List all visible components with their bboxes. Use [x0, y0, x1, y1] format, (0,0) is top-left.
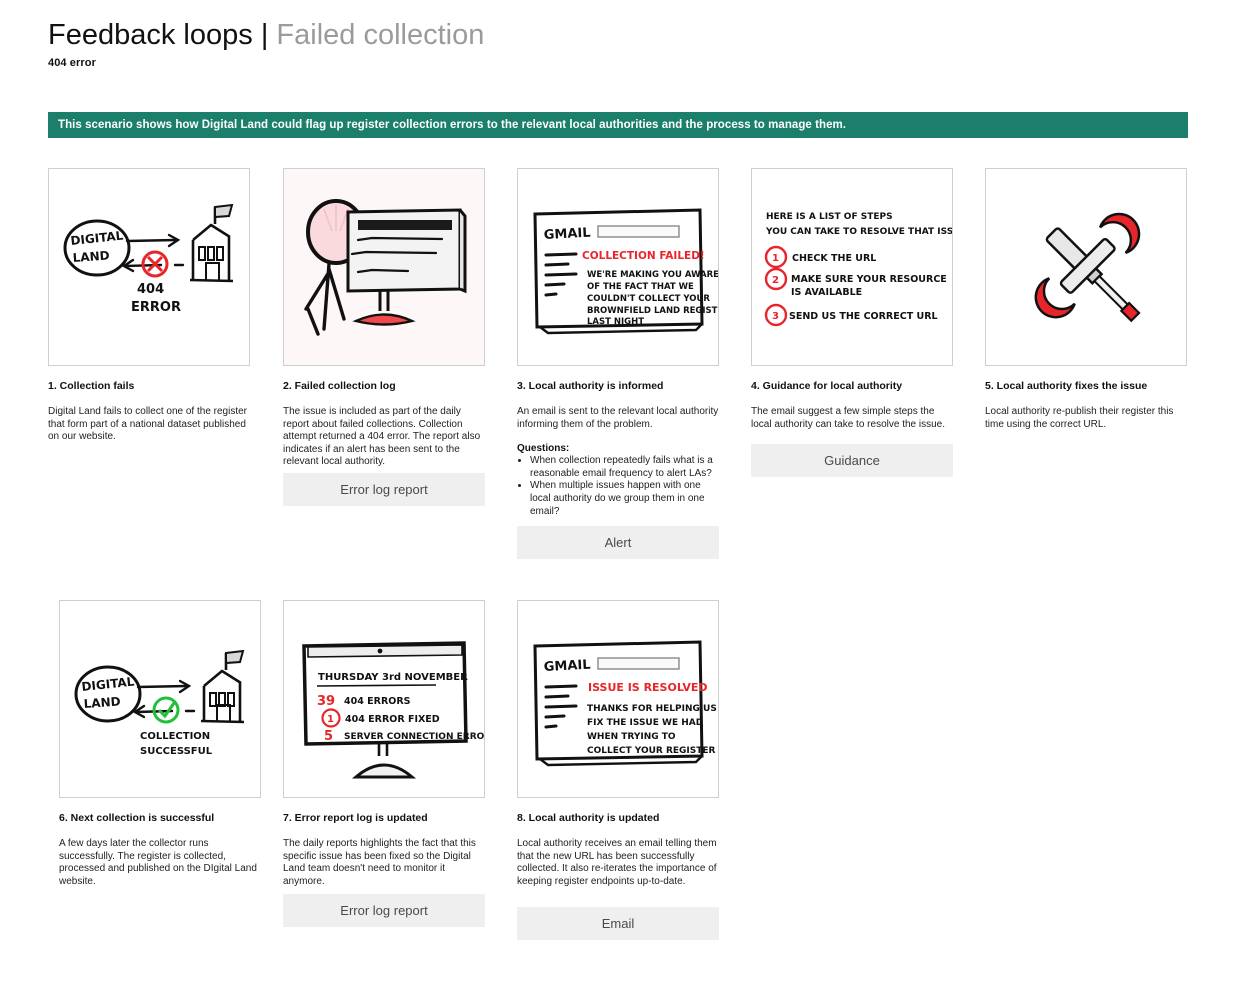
- sketch-digital-land-404-error: DIGITAL LAND 404 ERROR: [48, 168, 250, 366]
- svg-text:3: 3: [772, 311, 779, 322]
- card-guidance-for-local-authority: HERE IS A LIST OF STEPS YOU CAN TAKE TO …: [751, 168, 953, 477]
- svg-text:COLLECTION FAILED!: COLLECTION FAILED!: [582, 250, 705, 262]
- svg-text:THANKS FOR HELPING US: THANKS FOR HELPING US: [587, 704, 717, 714]
- svg-text:DIGITAL: DIGITAL: [70, 228, 124, 247]
- svg-text:DIGITAL: DIGITAL: [81, 674, 135, 693]
- svg-text:1: 1: [327, 714, 334, 725]
- guidance-button[interactable]: Guidance: [751, 444, 953, 477]
- card-body: The email suggest a few simple steps the…: [751, 406, 953, 431]
- card-local-authority-updated: GMAIL ISSUE IS RESOLVED THANKS FOR HELPI…: [517, 600, 719, 940]
- svg-text:COLLECTION: COLLECTION: [140, 731, 210, 742]
- svg-text:LAND: LAND: [83, 694, 121, 711]
- svg-text:WHEN TRYING TO: WHEN TRYING TO: [587, 732, 676, 742]
- svg-text:LAND: LAND: [72, 248, 110, 265]
- card-title: 2. Failed collection log: [283, 380, 396, 392]
- svg-text:39: 39: [317, 694, 335, 709]
- card-failed-collection-log: 2. Failed collection log The issue is in…: [283, 168, 485, 506]
- card-next-collection-successful: DIGITAL LAND COLLECTION SUCCESSFUL 6. Ne…: [59, 600, 261, 888]
- card-body: Local authority receives an email tellin…: [517, 838, 719, 888]
- svg-text:LAST NIGHT: LAST NIGHT: [587, 317, 644, 327]
- svg-text:THURSDAY 3rd NOVEMBER: THURSDAY 3rd NOVEMBER: [318, 672, 468, 683]
- svg-text:404: 404: [137, 282, 164, 297]
- card-body: The issue is included as part of the dai…: [283, 406, 485, 469]
- svg-text:COLLECT YOUR REGISTER: COLLECT YOUR REGISTER: [587, 746, 716, 756]
- error-log-report-button[interactable]: Error log report: [283, 473, 485, 506]
- svg-text:YOU CAN TAKE TO RESOLVE THAT I: YOU CAN TAKE TO RESOLVE THAT ISSUE:: [765, 227, 952, 237]
- card-body: An email is sent to the relevant local a…: [517, 406, 719, 431]
- svg-text:OF THE FACT THAT WE: OF THE FACT THAT WE: [587, 282, 694, 292]
- sketch-gmail-issue-resolved: GMAIL ISSUE IS RESOLVED THANKS FOR HELPI…: [517, 600, 719, 798]
- svg-text:SUCCESSFUL: SUCCESSFUL: [140, 746, 213, 757]
- svg-text:2: 2: [772, 275, 779, 286]
- card-title: 7. Error report log is updated: [283, 812, 428, 824]
- sketch-guidance-steps: HERE IS A LIST OF STEPS YOU CAN TAKE TO …: [751, 168, 953, 366]
- list-item: When multiple issues happen with one loc…: [530, 480, 719, 518]
- card-title: 3. Local authority is informed: [517, 380, 664, 392]
- storyboard: DIGITAL LAND 404 ERROR 1. Collection fai…: [0, 0, 1251, 982]
- svg-text:WE'RE MAKING YOU AWARE: WE'RE MAKING YOU AWARE: [587, 270, 718, 280]
- card-body-text: Local authority re-publish their registe…: [985, 406, 1174, 430]
- svg-text:GMAIL: GMAIL: [543, 658, 591, 675]
- card-title: 1. Collection fails: [48, 380, 135, 392]
- svg-text:SEND US THE CORRECT URL: SEND US THE CORRECT URL: [789, 311, 938, 322]
- card-body-text: The issue is included as part of the dai…: [283, 406, 481, 468]
- error-log-report-button-2[interactable]: Error log report: [283, 894, 485, 927]
- card-local-authority-informed: GMAIL COLLECTION FAILED! WE'RE MAKING YO…: [517, 168, 719, 559]
- svg-text:ERROR: ERROR: [131, 300, 181, 315]
- svg-text:ISSUE IS RESOLVED: ISSUE IS RESOLVED: [588, 681, 707, 694]
- svg-text:CHECK THE URL: CHECK THE URL: [792, 253, 876, 264]
- card-title: 4. Guidance for local authority: [751, 380, 903, 392]
- card-body-text: Local authority receives an email tellin…: [517, 838, 717, 887]
- card-body: Local authority re-publish their registe…: [985, 406, 1187, 431]
- svg-text:404 ERRORS: 404 ERRORS: [344, 696, 411, 707]
- sketch-monitor-error-report-log: THURSDAY 3rd NOVEMBER 39 404 ERRORS 1 40…: [283, 600, 485, 798]
- card-error-report-log-updated: THURSDAY 3rd NOVEMBER 39 404 ERRORS 1 40…: [283, 600, 485, 927]
- svg-text:FIX THE ISSUE WE HAD: FIX THE ISSUE WE HAD: [587, 718, 703, 728]
- card-local-authority-fixes-issue: 5. Local authority fixes the issue Local…: [985, 168, 1187, 431]
- card-body-text: An email is sent to the relevant local a…: [517, 406, 719, 430]
- card-body-text: The daily reports highlights the fact th…: [283, 838, 476, 887]
- svg-text:404 ERROR FIXED: 404 ERROR FIXED: [345, 714, 440, 725]
- questions-heading: Questions:: [517, 443, 570, 455]
- svg-text:HERE IS A LIST OF STEPS: HERE IS A LIST OF STEPS: [766, 212, 893, 222]
- svg-text:MAKE SURE YOUR RESOURCE: MAKE SURE YOUR RESOURCE: [791, 274, 947, 285]
- svg-text:COULDN'T COLLECT YOUR: COULDN'T COLLECT YOUR: [587, 294, 710, 304]
- card-body: A few days later the collector runs succ…: [59, 838, 261, 888]
- alert-button[interactable]: Alert: [517, 526, 719, 559]
- sketch-wrench-and-screwdriver: [985, 168, 1187, 366]
- card-body-text: The email suggest a few simple steps the…: [751, 406, 945, 430]
- card-collection-fails: DIGITAL LAND 404 ERROR 1. Collection fai…: [48, 168, 250, 444]
- svg-text:5: 5: [324, 729, 333, 744]
- card-title: 5. Local authority fixes the issue: [985, 380, 1148, 392]
- svg-text:GMAIL: GMAIL: [543, 226, 591, 243]
- card-body-text: A few days later the collector runs succ…: [59, 838, 257, 887]
- card-body: Digital Land fails to collect one of the…: [48, 406, 250, 444]
- card-body: The daily reports highlights the fact th…: [283, 838, 485, 888]
- list-item: When collection repeatedly fails what is…: [530, 455, 719, 480]
- sketch-gmail-collection-failed: GMAIL COLLECTION FAILED! WE'RE MAKING YO…: [517, 168, 719, 366]
- email-button[interactable]: Email: [517, 907, 719, 940]
- card-body-text: Digital Land fails to collect one of the…: [48, 406, 247, 443]
- sketch-digital-land-collection-successful: DIGITAL LAND COLLECTION SUCCESSFUL: [59, 600, 261, 798]
- questions-list: When collection repeatedly fails what is…: [517, 455, 719, 518]
- svg-text:SERVER CONNECTION ERRORS: SERVER CONNECTION ERRORS: [344, 732, 484, 742]
- card-title: 8. Local authority is updated: [517, 812, 660, 824]
- sketch-person-at-monitor: [283, 168, 485, 366]
- svg-text:1: 1: [772, 253, 779, 264]
- svg-text:IS AVAILABLE: IS AVAILABLE: [791, 287, 862, 298]
- card-title: 6. Next collection is successful: [59, 812, 215, 824]
- svg-text:BROWNFIELD LAND REGISTER: BROWNFIELD LAND REGISTER: [587, 306, 718, 316]
